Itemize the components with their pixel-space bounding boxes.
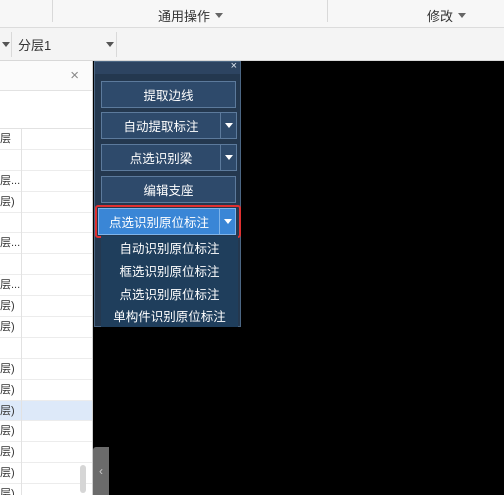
- toolbox-titlebar: ×: [95, 60, 240, 74]
- chevron-down-icon: [224, 155, 233, 160]
- list-item[interactable]: 层): [0, 380, 92, 401]
- list-item[interactable]: 层): [0, 442, 92, 464]
- list-item-label: 层...: [0, 279, 21, 292]
- edit-support-label: 编辑支座: [143, 184, 194, 198]
- edit-support-button[interactable]: 编辑支座: [101, 176, 236, 203]
- chevron-down-icon: [2, 42, 10, 47]
- list-item-label: 层): [0, 300, 15, 313]
- pick-identify-beam-dropdown[interactable]: [220, 145, 236, 170]
- toolbar-separator: [11, 32, 12, 57]
- collapse-panel-button[interactable]: ‹: [93, 447, 109, 495]
- list-item[interactable]: [0, 150, 92, 171]
- floor-layer-dropdown[interactable]: 分层1: [18, 32, 114, 57]
- list-item-label: 层: [0, 133, 11, 145]
- toolbar-separator: [116, 32, 117, 57]
- chevron-down-icon: [106, 42, 114, 47]
- close-icon[interactable]: ×: [231, 60, 237, 72]
- menu-item-single-component-identify[interactable]: 单构件识别原位标注: [101, 304, 238, 327]
- selection-highlight: [95, 205, 241, 238]
- list-item-label: 层): [0, 488, 15, 495]
- ribbon-group-modify[interactable]: 修改: [427, 6, 467, 25]
- menu-item-box-identify[interactable]: 框选识别原位标注: [101, 259, 238, 282]
- list-item[interactable]: 层): [0, 400, 92, 422]
- list-item-label: 层): [0, 446, 15, 459]
- pick-identify-beam-label: 点选识别梁: [129, 152, 193, 166]
- extract-edge-label: 提取边线: [143, 89, 194, 103]
- ribbon-separator: [52, 0, 53, 22]
- list-item[interactable]: 层...: [0, 233, 92, 255]
- list-item-label: 层...: [0, 174, 21, 187]
- list-item-label: 层): [0, 404, 15, 417]
- auto-extract-label-button[interactable]: 自动提取标注: [101, 112, 237, 139]
- ribbon-group-common-ops-label: 通用操作: [158, 9, 211, 24]
- floor-layer-value: 分层1: [18, 38, 52, 53]
- list-item[interactable]: [0, 338, 92, 359]
- ribbon-group-modify-label: 修改: [427, 9, 454, 24]
- auto-extract-label-label: 自动提取标注: [123, 120, 199, 134]
- list-item[interactable]: [0, 213, 92, 234]
- chevron-down-icon: [458, 13, 467, 18]
- close-icon[interactable]: ×: [70, 67, 79, 84]
- vertical-scrollbar[interactable]: [80, 465, 86, 493]
- list-item[interactable]: 层...: [0, 171, 92, 192]
- component-list-panel: × 层层... 层) 层... 层... 层) 层) 层) 层) 层) 层) 层) 层) 层): [0, 61, 93, 495]
- list-item-label: 层): [0, 425, 15, 438]
- component-list: 层层... 层) 层... 层... 层) 层) 层) 层) 层) 层) 层) 层) 层): [0, 129, 92, 495]
- pick-identify-beam-button[interactable]: 点选识别梁: [101, 144, 237, 171]
- ribbon-group-common-ops[interactable]: 通用操作: [158, 6, 224, 25]
- list-item[interactable]: [0, 254, 92, 276]
- panel-header: ×: [0, 61, 92, 91]
- list-item-label: 层): [0, 195, 15, 208]
- list-item[interactable]: 层...: [0, 275, 92, 297]
- list-item-label: 层): [0, 467, 15, 480]
- list-item-label: 层): [0, 383, 15, 396]
- list-item[interactable]: 层): [0, 296, 92, 318]
- list-item[interactable]: 层): [0, 317, 92, 338]
- list-item-label: 层): [0, 321, 15, 334]
- menu-item-pick-identify[interactable]: 点选识别原位标注: [101, 282, 238, 305]
- list-item[interactable]: 层): [0, 463, 92, 485]
- ribbon-bar: 通用操作 修改: [0, 0, 504, 28]
- origin-label-submenu: 自动识别原位标注 框选识别原位标注 点选识别原位标注 单构件识别原位标注: [101, 236, 238, 327]
- chevron-down-icon: [215, 13, 224, 18]
- list-item[interactable]: 层: [0, 129, 92, 150]
- chevron-left-icon: ‹: [99, 464, 103, 478]
- auto-extract-label-dropdown[interactable]: [220, 113, 236, 138]
- chevron-down-icon: [224, 123, 233, 128]
- panel-toolbar: [0, 91, 92, 129]
- list-item[interactable]: 层): [0, 484, 92, 495]
- list-item-label: 层...: [0, 237, 21, 250]
- extract-edge-button[interactable]: 提取边线: [101, 81, 236, 108]
- list-item[interactable]: 层): [0, 192, 92, 213]
- list-item[interactable]: 层): [0, 359, 92, 380]
- column-divider: [21, 129, 22, 495]
- selection-toolbar: 分层1: [0, 28, 504, 61]
- ribbon-separator: [327, 0, 328, 22]
- list-item-label: 层): [0, 362, 15, 375]
- menu-item-auto-identify[interactable]: 自动识别原位标注: [101, 236, 238, 259]
- list-item[interactable]: 层): [0, 421, 92, 443]
